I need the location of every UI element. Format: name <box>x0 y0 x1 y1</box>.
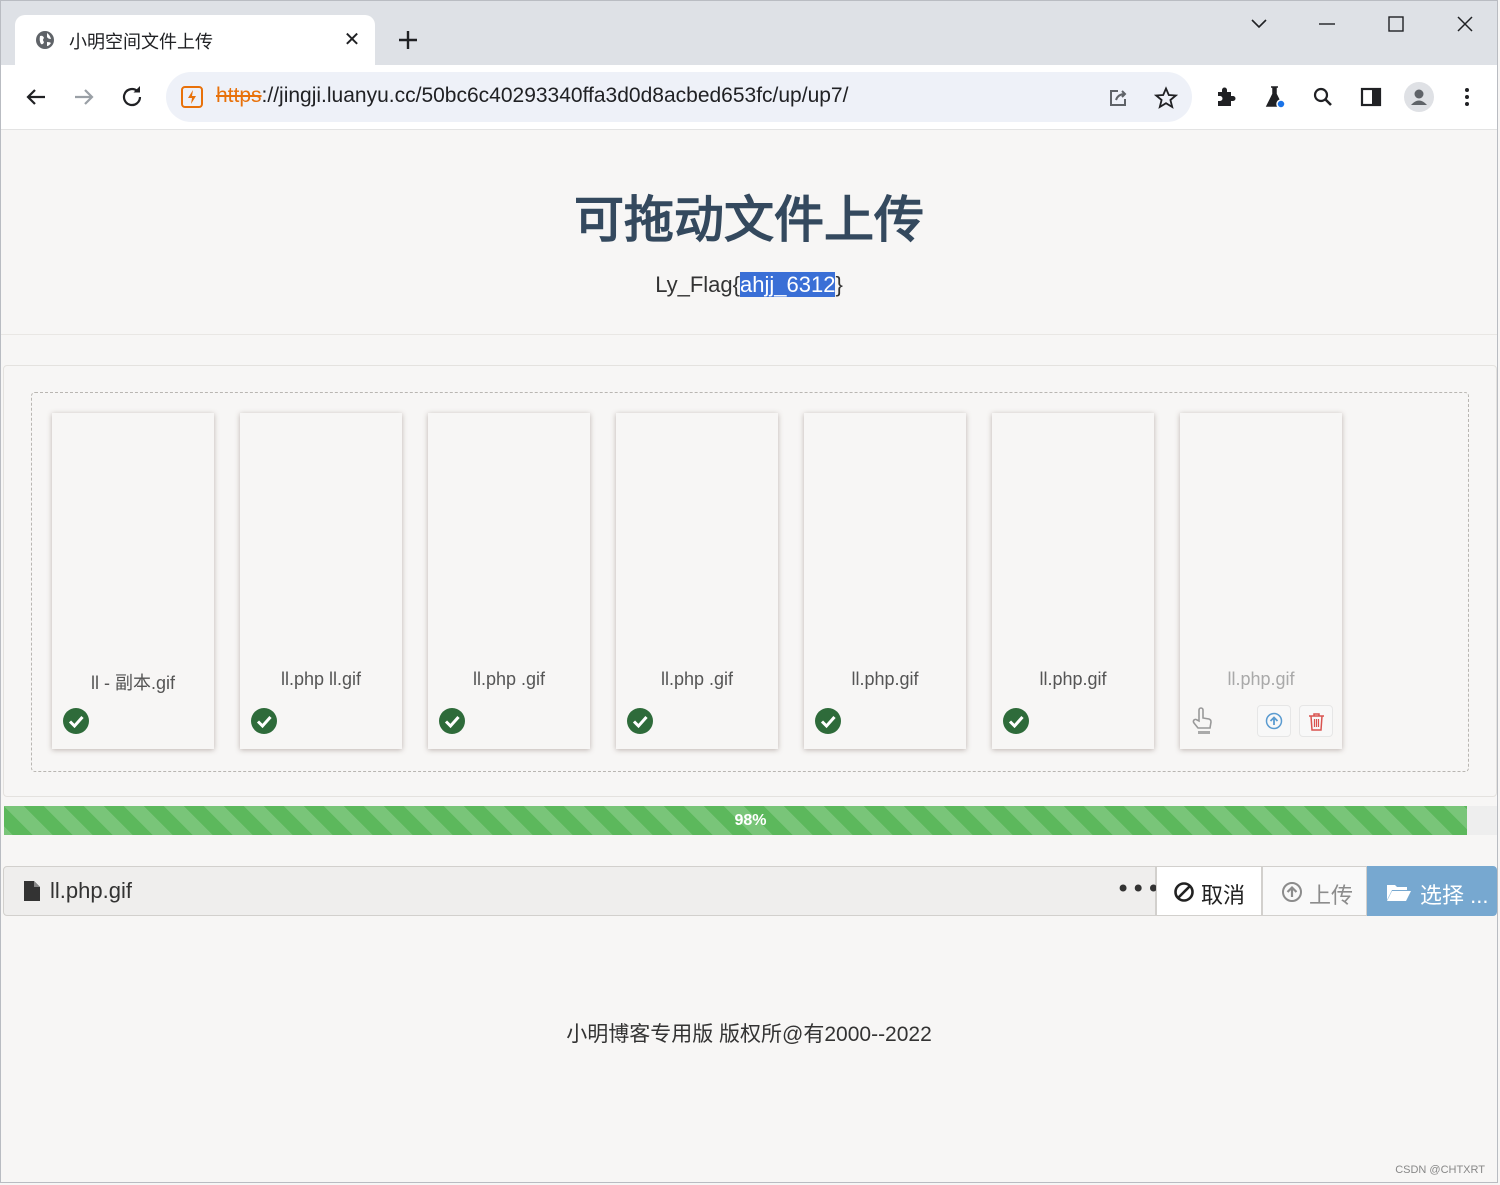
reload-icon[interactable] <box>116 81 148 113</box>
upload-panel: ll - 副本.gif ll.php ll.gif ll.php .gif ll… <box>3 365 1497 797</box>
upload-button[interactable]: 上传 <box>1262 866 1367 916</box>
folder-open-icon <box>1387 885 1411 901</box>
file-preview-name: ll.php .gif <box>660 669 734 689</box>
drop-zone[interactable]: ll - 副本.gif ll.php ll.gif ll.php .gif ll… <box>31 392 1469 772</box>
minimize-icon[interactable] <box>1307 9 1347 39</box>
labs-flask-icon[interactable] <box>1259 81 1291 113</box>
globe-icon <box>36 31 54 49</box>
more-files-indicator: ••• <box>1116 875 1162 903</box>
tab-close-icon[interactable]: ✕ <box>340 27 364 51</box>
file-input-group: ll.php.gif ••• 取消 上传 选择 ... <box>3 866 1497 916</box>
file-preview-card: ll.php.gif <box>992 413 1154 749</box>
zoom-search-icon[interactable] <box>1307 81 1339 113</box>
file-preview-card: ll - 副本.gif <box>52 413 214 749</box>
page-footer: 小明博客专用版 版权所@有2000--2022 <box>566 1023 932 1046</box>
progress-label: 98% <box>734 812 767 829</box>
file-caption[interactable]: ll.php.gif ••• <box>3 866 1160 916</box>
upload-circle-icon <box>1265 712 1283 730</box>
file-preview-card: ll.php.gif <box>804 413 966 749</box>
select-files-button[interactable]: 选择 ... <box>1367 866 1497 916</box>
insecure-connection-icon[interactable] <box>180 85 204 109</box>
upload-label: 上传 <box>1309 883 1354 908</box>
flag-suffix: } <box>835 272 843 297</box>
upload-progress: 98% <box>4 806 1497 835</box>
maximize-icon[interactable] <box>1376 9 1416 39</box>
file-preview-card: ll.php .gif <box>428 413 590 749</box>
file-preview-name: ll.php .gif <box>472 669 546 689</box>
url-text[interactable]: https://jingji.luanyu.cc/50bc6c40293340f… <box>216 84 848 108</box>
tab-strip: 小明空间文件上传 ✕ <box>1 1 1497 65</box>
browser-tab[interactable]: 小明空间文件上传 ✕ <box>15 15 375 65</box>
trash-icon <box>1309 713 1324 731</box>
drag-hand-icon[interactable] <box>1190 705 1216 737</box>
forward-icon[interactable] <box>68 81 100 113</box>
upload-file-button[interactable] <box>1257 705 1291 737</box>
file-preview-name: ll.php.gif <box>1039 669 1107 689</box>
side-panel-icon[interactable] <box>1355 81 1387 113</box>
file-preview-name: ll.php ll.gif <box>280 669 362 689</box>
remove-file-button[interactable] <box>1299 705 1333 737</box>
browser-toolbar: https://jingji.luanyu.cc/50bc6c40293340f… <box>1 65 1497 130</box>
upload-success-icon <box>251 708 277 734</box>
file-preview-name: ll.php.gif <box>851 669 919 689</box>
upload-success-icon <box>815 708 841 734</box>
upload-circle-icon <box>1282 882 1302 902</box>
tab-title: 小明空间文件上传 <box>69 32 213 53</box>
page-header: 可拖动文件上传 Ly_Flag{ahjj_6312} <box>1 130 1497 335</box>
file-icon <box>24 881 40 901</box>
cancel-button[interactable]: 取消 <box>1156 866 1262 916</box>
file-preview-card: ll.php ll.gif <box>240 413 402 749</box>
bookmark-star-icon[interactable] <box>1154 86 1178 110</box>
profile-avatar-icon[interactable] <box>1403 81 1435 113</box>
watermark: CSDN @CHTXRT <box>1395 1164 1485 1176</box>
ban-icon <box>1174 882 1194 902</box>
cancel-label: 取消 <box>1201 883 1246 908</box>
close-window-icon[interactable] <box>1445 9 1485 39</box>
extensions-icon[interactable] <box>1211 81 1243 113</box>
page-content: 可拖动文件上传 Ly_Flag{ahjj_6312} ll - 副本.gif l… <box>1 130 1497 1182</box>
upload-success-icon <box>1003 708 1029 734</box>
file-preview-card: ll.php .gif <box>616 413 778 749</box>
file-preview-name: ll - 副本.gif <box>90 673 175 693</box>
flag-prefix: Ly_Flag{ <box>655 272 740 297</box>
url-path: ://jingji.luanyu.cc/50bc6c40293340ffa3d0… <box>261 84 849 107</box>
address-bar[interactable]: https://jingji.luanyu.cc/50bc6c40293340f… <box>166 72 1192 122</box>
share-icon[interactable] <box>1106 86 1130 110</box>
browser-menu-icon[interactable] <box>1451 81 1483 113</box>
upload-success-icon <box>439 708 465 734</box>
flag-value-selected[interactable]: ahjj_6312 <box>740 272 836 297</box>
flag-line: Ly_Flag{ahjj_6312} <box>1 272 1497 298</box>
browser-window: 小明空间文件上传 ✕ https://jingji.luanyu.cc/50bc… <box>0 0 1498 1183</box>
select-label: 选择 ... <box>1420 883 1489 908</box>
selected-file-name: ll.php.gif <box>50 878 132 903</box>
back-icon[interactable] <box>20 81 52 113</box>
new-tab-icon[interactable] <box>393 25 423 55</box>
page-title: 可拖动文件上传 <box>574 191 924 249</box>
file-preview-card-pending: ll.php.gif <box>1180 413 1342 749</box>
tab-search-chevron-icon[interactable] <box>1239 9 1279 39</box>
upload-success-icon <box>627 708 653 734</box>
upload-success-icon <box>63 708 89 734</box>
url-scheme: https <box>216 84 262 107</box>
file-preview-name: ll.php.gif <box>1227 669 1295 689</box>
